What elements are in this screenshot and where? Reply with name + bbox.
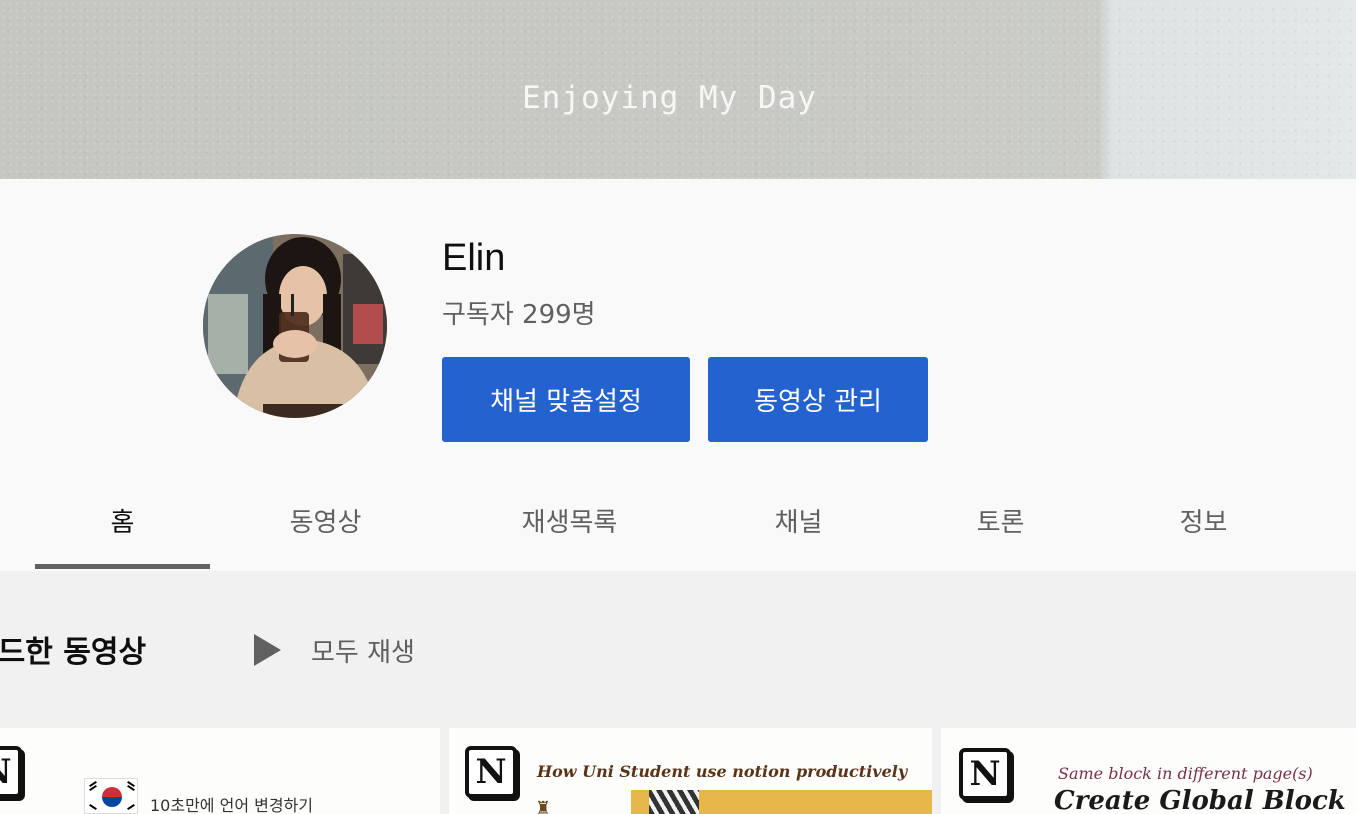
korean-flag-icon — [84, 778, 138, 814]
video-thumbnail-1[interactable]: N 10초만에 언어 변경하기 — [0, 728, 440, 814]
video-1-caption: 10초만에 언어 변경하기 — [150, 796, 314, 814]
thumbnail-banner-strip — [631, 790, 932, 814]
active-tab-indicator — [35, 564, 210, 569]
uploads-section-title: 로드한 동영상 — [0, 635, 147, 670]
notion-logo-icon: N — [959, 748, 1011, 800]
video-thumbnail-2[interactable]: N How Uni Student use notion productivel… — [449, 728, 932, 814]
tab-channels[interactable]: 채널 — [711, 469, 886, 571]
channel-banner: Enjoying My Day — [0, 0, 1356, 179]
customize-channel-button[interactable]: 채널 맞춤설정 — [442, 357, 690, 442]
play-icon — [254, 634, 281, 666]
banner-text: Enjoying My Day — [522, 80, 817, 116]
video-3-title: Create Global Block — [1054, 786, 1346, 814]
notion-logo-icon: N — [465, 746, 517, 798]
avatar[interactable] — [203, 234, 387, 418]
subscriber-count: 구독자 299명 — [442, 300, 596, 330]
tab-discussion[interactable]: 토론 — [913, 469, 1088, 571]
tab-videos[interactable]: 동영상 — [238, 469, 413, 571]
avatar-photo — [203, 234, 387, 418]
video-thumbnail-3[interactable]: N Same block in different page(s) Create… — [941, 728, 1356, 814]
manage-videos-button[interactable]: 동영상 관리 — [708, 357, 928, 442]
tab-playlists[interactable]: 재생목록 — [482, 469, 657, 571]
crest-icon: ♜ — [535, 798, 552, 814]
channel-header: Elin 구독자 299명 채널 맞춤설정 동영상 관리 홈 동영상 재생목록 … — [0, 179, 1356, 571]
stripe-decoration — [649, 790, 699, 814]
tab-home[interactable]: 홈 — [35, 469, 210, 571]
tab-about[interactable]: 정보 — [1116, 469, 1291, 571]
notion-logo-icon: N — [0, 746, 22, 798]
play-all-label: 모두 재생 — [311, 637, 415, 668]
video-2-caption: How Uni Student use notion productively — [537, 762, 908, 781]
video-3-caption: Same block in different page(s) — [1058, 764, 1313, 783]
channel-tabs: 홈 동영상 재생목록 채널 토론 정보 — [0, 469, 1356, 571]
play-all-button[interactable]: 모두 재생 — [254, 630, 415, 670]
channel-name: Elin — [442, 237, 506, 279]
